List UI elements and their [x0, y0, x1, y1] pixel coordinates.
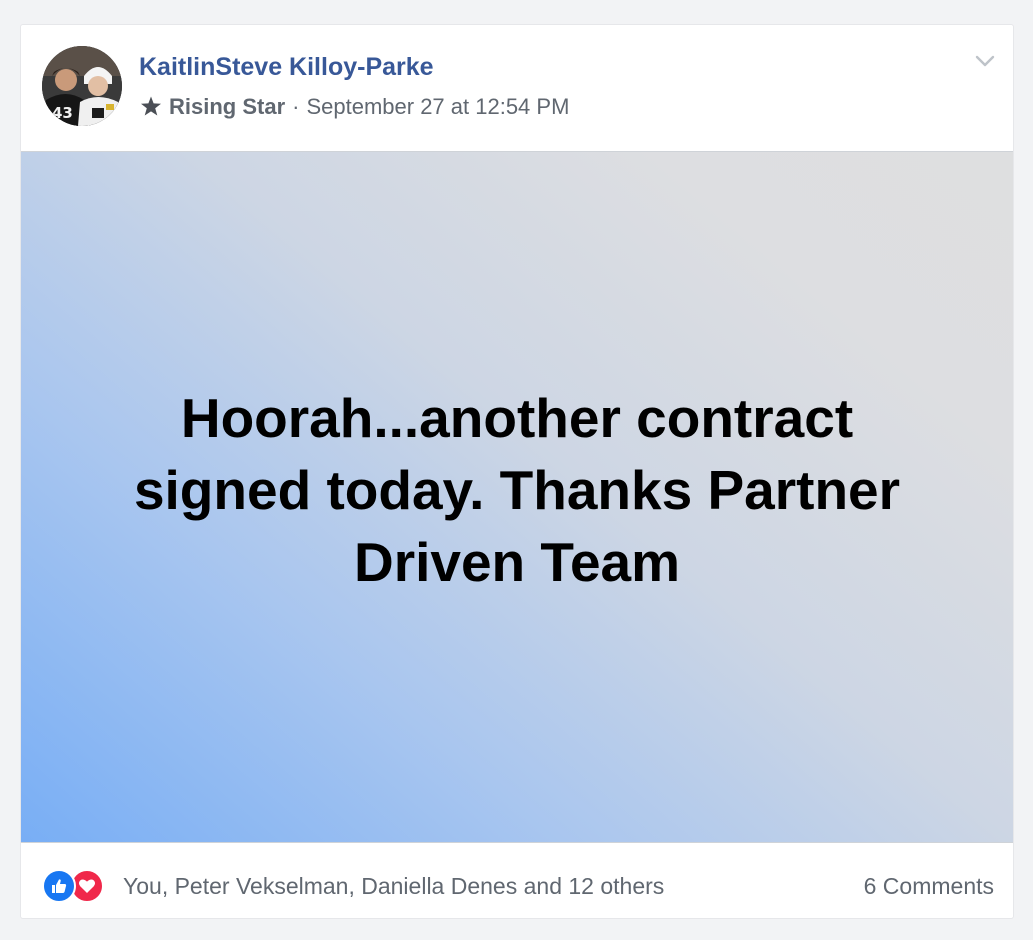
meta-separator: · [292, 94, 300, 119]
badge-label[interactable]: Rising Star [169, 94, 285, 120]
profile-photo-icon: 43 [42, 46, 122, 126]
post-card: 43 KaitlinSteve Killoy-Parke Rising Star… [21, 25, 1013, 918]
post-timestamp[interactable]: September 27 at 12:54 PM [306, 94, 569, 120]
chevron-down-icon[interactable] [973, 49, 997, 73]
post-footer: You, Peter Vekselman, Daniella Denes and… [21, 843, 1013, 918]
post-content: Hoorah...another contract signed today. … [21, 151, 1013, 843]
svg-text:43: 43 [52, 104, 73, 122]
reactors-summary[interactable]: You, Peter Vekselman, Daniella Denes and… [123, 873, 664, 900]
author-name-link[interactable]: KaitlinSteve Killoy-Parke [139, 53, 434, 82]
post-meta: Rising Star · September 27 at 12:54 PM [139, 94, 569, 120]
avatar[interactable]: 43 [42, 46, 122, 126]
like-icon [42, 869, 76, 903]
post-text: Hoorah...another contract signed today. … [133, 387, 901, 593]
star-icon [139, 95, 163, 119]
comments-count-link[interactable]: 6 Comments [864, 873, 994, 900]
post-header: 43 KaitlinSteve Killoy-Parke Rising Star… [21, 25, 1013, 151]
reaction-icons[interactable] [42, 869, 104, 903]
